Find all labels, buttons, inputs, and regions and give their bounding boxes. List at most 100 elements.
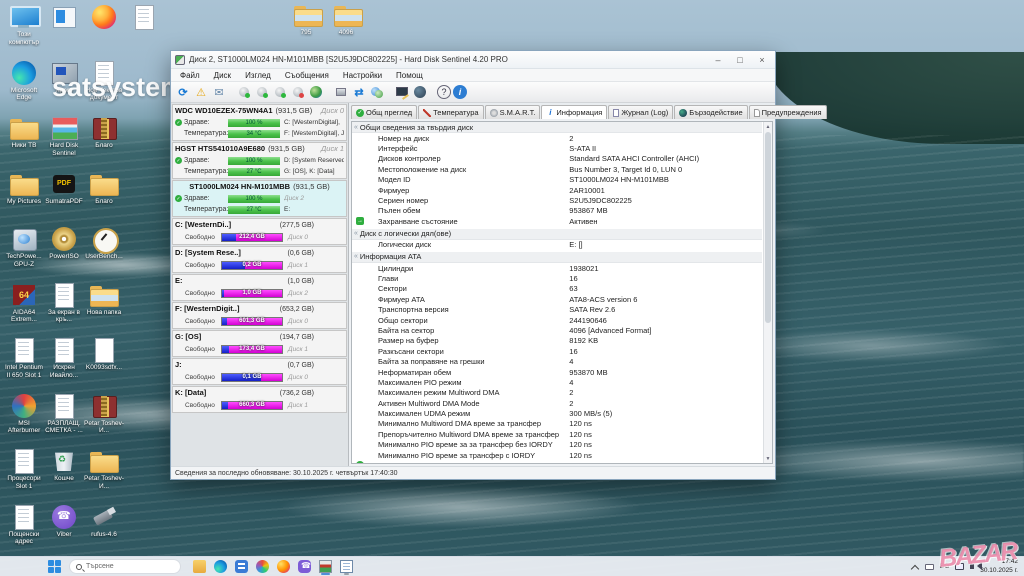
tab-Журнал (Log)[interactable]: Журнал (Log): [608, 105, 673, 119]
menu-Помощ[interactable]: Помощ: [389, 71, 430, 80]
menu-Изглед[interactable]: Изглед: [238, 71, 278, 80]
desktop-icon-Искрен Ивайло...[interactable]: Искрен Ивайло...: [44, 337, 84, 380]
minimize-button[interactable]: –: [707, 52, 729, 67]
taskbar-app-explorer[interactable]: [193, 560, 206, 573]
volume-entry[interactable]: C: [WesternDi..](277,5 GB)Свободно212,4 …: [172, 218, 347, 245]
desktop-icon-TechPowe... GPU-Z[interactable]: TechPowe... GPU-Z: [4, 226, 44, 269]
volume-entry[interactable]: K: [Data](736,2 GB)Свободно660,3 GBДиск …: [172, 386, 347, 413]
desktop-icon-Microsoft Edge[interactable]: Microsoft Edge: [4, 60, 44, 103]
sync-button[interactable]: ⇄: [351, 84, 367, 100]
volume-entry[interactable]: J:(0,7 GB)Свободно0,1 GBДиск 0: [172, 358, 347, 385]
harddisk-button[interactable]: [333, 84, 349, 100]
info-row: →Захранване състояниеАктивен: [352, 216, 762, 226]
report-button[interactable]: [394, 84, 410, 100]
desktop-icon-Нова папка[interactable]: Нова папка: [84, 282, 124, 317]
window-titlebar[interactable]: Диск 2, ST1000LM024 HN-M101MBB [S2U5J9DC…: [171, 51, 775, 69]
disk-test-1-button[interactable]: [236, 84, 252, 100]
scrollbar-down-icon[interactable]: [764, 454, 772, 463]
volume-entry[interactable]: E:(1,0 GB)Свободно1,0 GBДиск 2: [172, 274, 347, 301]
desktop-icon-Процесори Slot 1[interactable]: Процесори Slot 1: [4, 448, 44, 491]
desktop-icon-Ники ТВ[interactable]: Ники ТВ: [4, 115, 44, 150]
taskbar-app-edge[interactable]: [214, 560, 227, 573]
tray-expand-icon[interactable]: [911, 563, 919, 571]
desktop-icon-Кошче[interactable]: Кошче: [44, 448, 84, 483]
desktop-icon-My Pictures[interactable]: My Pictures: [4, 171, 44, 206]
docplain-icon: [84, 337, 124, 363]
window-controls: –□×: [707, 52, 773, 67]
info-label: Препоръчително Multiword DMA време за тр…: [378, 430, 559, 439]
disk-search-button[interactable]: [290, 84, 306, 100]
scrollbar-thumb[interactable]: [765, 132, 771, 323]
desktop-icon-Този компютър[interactable]: Този компютър: [4, 4, 44, 47]
desktop-icon-Пощенски адрес[interactable]: Пощенски адрес: [4, 504, 44, 547]
touch-keyboard-icon[interactable]: [925, 564, 934, 570]
volume-entry[interactable]: G: [OS](194,7 GB)Свободно173,4 GBДиск 1: [172, 330, 347, 357]
disk-entry[interactable]: ST1000LM024 HN-M101MBB(931,5 GB)✓Здраве:…: [172, 180, 347, 217]
desktop-icon-Viber[interactable]: Viber: [44, 504, 84, 539]
tab-Общ преглед[interactable]: ✓Общ преглед: [351, 105, 417, 119]
desktop-icon-firefox[interactable]: [84, 4, 124, 31]
network-button[interactable]: [369, 84, 385, 100]
desktop-icon-label: MSI Afterburner: [4, 420, 44, 436]
disk-volumes-line2: E:: [284, 206, 290, 213]
tab-S.M.A.R.T.[interactable]: S.M.A.R.T.: [485, 105, 541, 119]
desktop-icon-PowerISO[interactable]: PowerISO: [44, 226, 84, 261]
disk-test-2-button[interactable]: [254, 84, 270, 100]
desktop-icon-appwin[interactable]: [44, 4, 84, 31]
desktop-icon-rufus-4.6[interactable]: rufus-4.6: [84, 504, 124, 539]
maximize-button[interactable]: □: [729, 52, 751, 67]
taskbar-app-photos[interactable]: [256, 560, 269, 573]
desktop-icon-MSI Afterburner[interactable]: MSI Afterburner: [4, 393, 44, 436]
desktop-icon-SumatraPDF[interactable]: SumatraPDF: [44, 171, 84, 206]
taskbar-app-hds[interactable]: [319, 560, 332, 573]
desktop-icon-Petar Toshev-И...[interactable]: Petar Toshev-И...: [84, 448, 124, 491]
volume-entry[interactable]: D: [System Rese..](0,6 GB)Свободно0,2 GB…: [172, 246, 347, 273]
folder-icon: [84, 448, 124, 474]
menu-Диск[interactable]: Диск: [207, 71, 238, 80]
scrollbar[interactable]: [763, 122, 772, 463]
tab-Бързодействие[interactable]: Бързодействие: [674, 105, 747, 119]
help-button[interactable]: ?: [437, 85, 451, 99]
info-row: Фирмуер2AR10001: [352, 185, 762, 195]
online-status-button[interactable]: [308, 84, 324, 100]
alerts-button[interactable]: ⚠: [193, 84, 209, 100]
desktop-icon-UserBench...[interactable]: UserBench...: [84, 226, 124, 261]
tab-Предупреждения[interactable]: Предупреждения: [749, 105, 827, 119]
about-button[interactable]: i: [453, 85, 467, 99]
desktop-folder-795[interactable]: 795: [288, 2, 324, 37]
desktop-icon-doc[interactable]: [124, 4, 164, 31]
disk-entry[interactable]: HGST HTS541010A9E680(931,5 GB)Диск 1✓Здр…: [172, 142, 347, 179]
volume-entry[interactable]: F: [WesternDigit..](653,2 GB)Свободно601…: [172, 302, 347, 329]
menu-Файл[interactable]: Файл: [173, 71, 207, 80]
close-button[interactable]: ×: [751, 52, 773, 67]
scrollbar-up-icon[interactable]: [764, 122, 772, 131]
desktop-icon-Hard Disk Sentinel[interactable]: Hard Disk Sentinel: [44, 115, 84, 158]
search-box[interactable]: Търсене: [69, 559, 181, 574]
desktop-icon-Petar Toshev-И...[interactable]: Petar Toshev-И...: [84, 393, 124, 436]
taskbar-app-calc[interactable]: [235, 560, 248, 573]
desktop-icon-K0093sdfx...[interactable]: K0093sdfx...: [84, 337, 124, 372]
section-collapse-icon: «: [354, 124, 358, 131]
menu-Настройки[interactable]: Настройки: [336, 71, 389, 80]
desktop-icon-Intel Pentium II 650 Slot 1[interactable]: Intel Pentium II 650 Slot 1: [4, 337, 44, 380]
desktop-icon-AIDA64 Extrem...[interactable]: AIDA64 Extrem...: [4, 282, 44, 325]
volume-size: (653,2 GB): [280, 306, 314, 313]
disk-test-3-button[interactable]: [272, 84, 288, 100]
desktop-icon-Благо[interactable]: Благо: [84, 115, 124, 150]
info-label: ATA: [378, 461, 391, 464]
taskbar-app-firefox[interactable]: [277, 560, 290, 573]
desktop-icon-За екран в кръ...[interactable]: За екран в кръ...: [44, 282, 84, 325]
world-button[interactable]: [412, 84, 428, 100]
refresh-button[interactable]: ⟳: [175, 84, 191, 100]
message-button[interactable]: ✉: [211, 84, 227, 100]
disk-entry[interactable]: WDC WD10EZEX-75WN4A1(931,5 GB)Диск 0✓Здр…: [172, 104, 347, 141]
desktop-folder-4096[interactable]: 4096: [328, 2, 364, 37]
taskbar-app-notes[interactable]: [340, 560, 353, 573]
tab-Температура[interactable]: Температура: [418, 105, 483, 119]
desktop-icon-Благо[interactable]: Благо: [84, 171, 124, 206]
desktop-icon-РАЗПЛАЩ. СМЕТКА - ...[interactable]: РАЗПЛАЩ. СМЕТКА - ...: [44, 393, 84, 436]
taskbar-app-viber[interactable]: [298, 560, 311, 573]
start-button[interactable]: [48, 560, 61, 573]
menu-Съобщения[interactable]: Съобщения: [278, 71, 336, 80]
tab-Информация[interactable]: iИнформация: [541, 105, 607, 119]
